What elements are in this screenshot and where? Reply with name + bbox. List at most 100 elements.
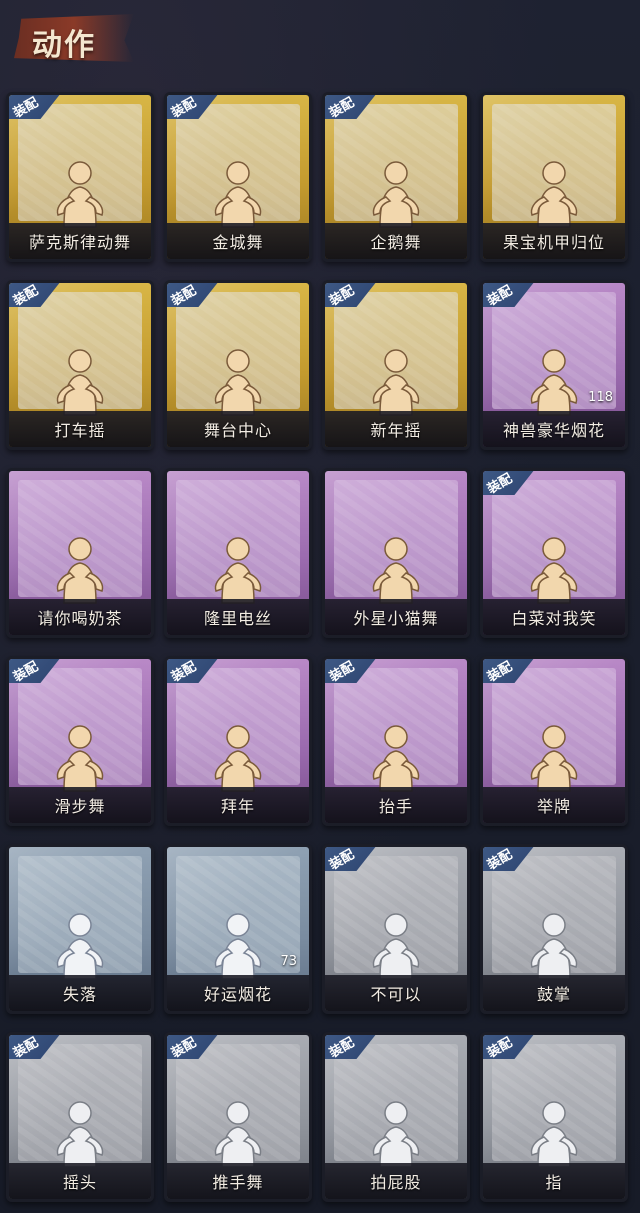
emote-card[interactable]: 装配拍屁股 [322, 1032, 470, 1202]
emote-card[interactable]: 装配 舞台中心 [164, 280, 312, 450]
emote-name: 神兽豪华烟花 [502, 421, 605, 440]
equipped-badge-label: 装配 [326, 282, 358, 309]
emote-name: 鼓掌 [536, 985, 571, 1004]
crawl-sad-icon [40, 905, 120, 985]
penguin-dance-icon [356, 153, 436, 233]
header: 动作 [0, 0, 640, 80]
emote-card[interactable]: 请你喝奶茶 [6, 468, 154, 638]
pointing-dance-icon [198, 529, 278, 609]
emote-name: 白菜对我笑 [511, 609, 597, 628]
card-label-bar: 打车摇 [9, 411, 151, 447]
emote-card[interactable]: 装配 新年摇 [322, 280, 470, 450]
lucky-firework-icon [198, 905, 278, 985]
card-label-bar: 拍屁股 [325, 1163, 467, 1199]
equipped-badge-label: 装配 [326, 1034, 358, 1061]
card-label-bar: 神兽豪华烟花 [483, 411, 625, 447]
mecha-pose-icon [514, 153, 594, 233]
card-label-bar: 金城舞 [167, 223, 309, 259]
emote-card[interactable]: 73 好运烟花 [164, 844, 312, 1014]
emote-name: 不可以 [370, 985, 422, 1004]
emote-name: 外星小猫舞 [353, 609, 439, 628]
emote-card[interactable]: 装配 118 神兽豪华烟花 [480, 280, 628, 450]
emote-grid: 装配 萨克斯律动舞 装配 金城舞 装配 企鹅舞 果宝机甲归位 装配 打车摇 装配 舞台中心 装配 新年摇… [6, 92, 628, 1202]
emote-card[interactable]: 隆里电丝 [164, 468, 312, 638]
equipped-badge-label: 装配 [168, 94, 200, 121]
cabbage-smile-icon [514, 529, 594, 609]
finger-wag-icon [356, 905, 436, 985]
card-label-bar: 抬手 [325, 787, 467, 823]
card-label-bar: 摇头 [9, 1163, 151, 1199]
emote-card[interactable]: 装配不可以 [322, 844, 470, 1014]
emote-card[interactable]: 装配 白菜对我笑 [480, 468, 628, 638]
card-label-bar: 指 [483, 1163, 625, 1199]
fireworks-icon [514, 341, 594, 421]
alien-cat-dance-icon [356, 529, 436, 609]
equipped-badge-label: 装配 [168, 658, 200, 685]
emote-name: 萨克斯律动舞 [28, 233, 131, 252]
equipped-badge-label: 装配 [10, 1034, 42, 1061]
emote-card[interactable]: 装配萨克斯律动舞 [6, 92, 154, 262]
new-year-greeting-icon [198, 717, 278, 797]
equipped-badge-label: 装配 [484, 658, 516, 685]
card-label-bar: 舞台中心 [167, 411, 309, 447]
golden-city-dance-icon [198, 153, 278, 233]
hold-sign-icon [514, 717, 594, 797]
emote-name: 推手舞 [212, 1173, 264, 1192]
emote-name: 举牌 [536, 797, 571, 816]
emote-card[interactable]: 装配 鼓掌 [480, 844, 628, 1014]
emote-name: 打车摇 [54, 421, 106, 440]
emote-name: 隆里电丝 [203, 609, 272, 628]
equipped-badge-label: 装配 [10, 282, 42, 309]
card-label-bar: 企鹅舞 [325, 223, 467, 259]
item-count: 73 [280, 954, 297, 969]
card-label-bar: 举牌 [483, 787, 625, 823]
emote-card[interactable]: 装配举牌 [480, 656, 628, 826]
equipped-badge-label: 装配 [326, 94, 358, 121]
emote-card[interactable]: 装配指 [480, 1032, 628, 1202]
equipped-badge-label: 装配 [10, 94, 42, 121]
emote-card[interactable]: 装配摇头 [6, 1032, 154, 1202]
butt-pat-icon [356, 1093, 436, 1173]
emote-name: 请你喝奶茶 [37, 609, 123, 628]
emote-card[interactable]: 外星小猫舞 [322, 468, 470, 638]
taxi-shake-icon [40, 341, 120, 421]
page-title: 动作 [32, 28, 96, 63]
card-label-bar: 新年摇 [325, 411, 467, 447]
emote-card[interactable]: 装配 滑步舞 [6, 656, 154, 826]
equipped-badge-label: 装配 [484, 282, 516, 309]
card-label-bar: 隆里电丝 [167, 599, 309, 635]
slide-dance-icon [40, 717, 120, 797]
equipped-badge-label: 装配 [326, 846, 358, 873]
card-label-bar: 白菜对我笑 [483, 599, 625, 635]
equipped-badge-label: 装配 [168, 1034, 200, 1061]
emote-name: 指 [545, 1173, 563, 1192]
clap-icon [514, 905, 594, 985]
emote-card[interactable]: 装配推手舞 [164, 1032, 312, 1202]
equipped-badge-label: 装配 [10, 658, 42, 685]
milk-tea-icon [40, 529, 120, 609]
card-label-bar: 滑步舞 [9, 787, 151, 823]
emote-name: 摇头 [62, 1173, 97, 1192]
emote-card[interactable]: 装配 企鹅舞 [322, 92, 470, 262]
card-label-bar: 不可以 [325, 975, 467, 1011]
card-label-bar: 请你喝奶茶 [9, 599, 151, 635]
card-label-bar: 好运烟花 [167, 975, 309, 1011]
emote-name: 舞台中心 [203, 421, 272, 440]
emote-name: 抬手 [378, 797, 413, 816]
head-shake-icon [40, 1093, 120, 1173]
card-label-bar: 失落 [9, 975, 151, 1011]
stage-center-icon [198, 341, 278, 421]
card-label-bar: 拜年 [167, 787, 309, 823]
card-label-bar: 果宝机甲归位 [483, 223, 625, 259]
emote-card[interactable]: 装配 抬手 [322, 656, 470, 826]
emote-name: 拍屁股 [370, 1173, 422, 1192]
emote-card[interactable]: 装配 拜年 [164, 656, 312, 826]
emote-name: 失落 [62, 985, 97, 1004]
emote-card[interactable]: 果宝机甲归位 [480, 92, 628, 262]
emote-card[interactable]: 装配打车摇 [6, 280, 154, 450]
emote-card[interactable]: 装配金城舞 [164, 92, 312, 262]
push-dance-icon [198, 1093, 278, 1173]
item-count: 118 [588, 390, 613, 405]
emote-name: 金城舞 [212, 233, 264, 252]
emote-card[interactable]: 失落 [6, 844, 154, 1014]
